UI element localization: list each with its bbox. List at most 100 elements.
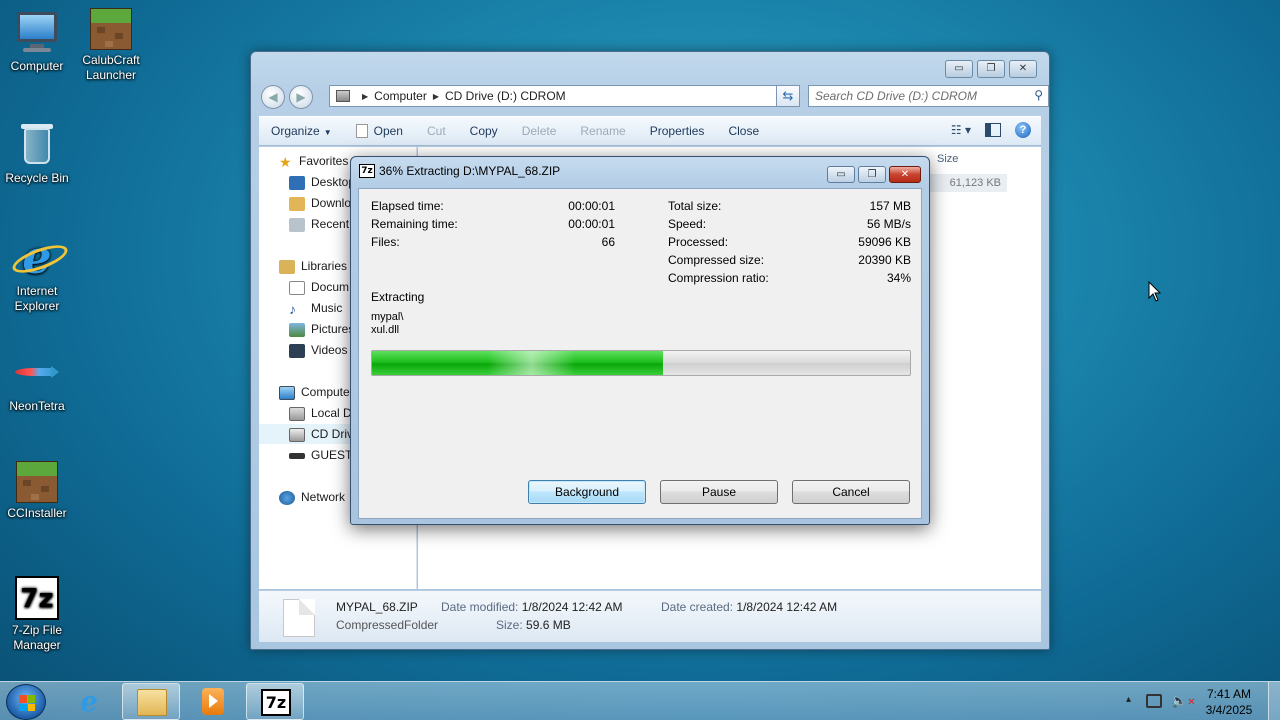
desktop-icon-label: Internet Explorer [14,284,60,313]
window-controls: ▭ ❐ ✕ [945,60,1037,78]
processed-value: 59096 KB [858,235,911,249]
taskbar-windows-explorer[interactable] [122,683,180,720]
speed-value: 56 MB/s [866,217,911,231]
taskbar-7zip[interactable]: 7z [246,683,304,720]
refresh-button[interactable]: ⇆ [776,85,800,107]
7z-icon: 7z [359,164,375,178]
start-button[interactable] [6,684,46,720]
maximize-button[interactable]: ❐ [858,166,886,183]
operation-status: Extracting [371,290,425,304]
desktop-icon-neontetra[interactable]: NeonTetra [0,348,77,414]
search-input[interactable]: Search CD Drive (D:) CDROM ⚲ [808,85,1049,107]
forward-button[interactable]: ▶ [289,85,313,109]
desktop-icon-internet-explorer[interactable]: e Internet Explorer [0,233,77,314]
close-button[interactable]: ✕ [1009,60,1037,78]
compressed-size-label: Compressed size: [668,253,765,267]
ie-icon: e [80,685,98,718]
compressed-size-value: 20390 KB [858,253,911,267]
minimize-button[interactable]: ▭ [827,166,855,183]
compression-ratio-label: Compression ratio: [668,271,769,285]
media-icon [202,688,224,715]
minimize-button[interactable]: ▭ [945,60,973,78]
system-clock[interactable]: 7:41 AM 3/4/2025 [1196,686,1262,718]
current-path-file: xul.dll [371,324,400,336]
desktop-icon-label: NeonTetra [9,399,65,413]
recycle-bin-icon [13,120,61,168]
dialog-title: 36% Extracting D:\MYPAL_68.ZIP [379,164,561,178]
preview-pane-icon[interactable] [985,123,1001,137]
copy-button[interactable]: Copy [458,124,510,138]
recent-places-icon [289,217,305,232]
column-header-size[interactable]: Size [937,153,958,165]
current-path: mypal\ xul.dll [371,311,403,337]
breadcrumb-cd-drive[interactable]: CD Drive (D:) CDROM [445,89,566,103]
network-drive-icon [289,452,305,459]
desktop-icon-label: 7-Zip File Manager [11,623,62,652]
show-desktop-button[interactable] [1268,682,1280,720]
total-size-label: Total size: [668,199,722,213]
help-icon[interactable]: ? [1015,122,1031,138]
cd-drive-icon [289,427,305,442]
desktop-icon-label: CalubCraft Launcher [82,53,140,82]
processed-label: Processed: [668,235,729,249]
pause-button[interactable]: Pause [660,480,778,504]
ie-icon: e [13,233,61,281]
speed-label: Speed: [668,217,707,231]
extract-progress-bar [371,350,911,376]
desktop-icon-7zip[interactable]: 7z 7-Zip File Manager [0,576,77,653]
command-bar: Organize ▼ Open Cut Copy Delete Rename Pr… [259,116,1041,146]
address-row: ◀ ▶ ▶ Computer ▶ CD Drive (D:) CDROM ▼ ⇆… [259,84,1049,110]
rename-button[interactable]: Rename [568,124,637,138]
desktop-icon-computer[interactable]: Computer [0,8,77,74]
details-pane: MYPAL_68.ZIP CompressedFolder Date modif… [259,590,1041,642]
file-icon [355,124,368,139]
close-button[interactable]: ✕ [889,166,921,183]
address-bar[interactable]: ▶ Computer ▶ CD Drive (D:) CDROM ▼ [329,85,793,107]
hard-drive-icon [289,406,305,421]
chevron-right-icon: ▶ [432,91,439,101]
cancel-button[interactable]: Cancel [792,480,910,504]
mouse-cursor-icon [1148,280,1162,306]
dialog-window-controls: ▭ ❐ ✕ [827,166,921,183]
total-size-value: 157 MB [869,199,911,213]
cut-button[interactable]: Cut [415,124,458,138]
files-value: 66 [601,235,615,249]
back-button[interactable]: ◀ [261,85,285,109]
remaining-time-value: 00:00:01 [568,217,615,231]
downloads-icon [289,196,305,211]
background-button[interactable]: Background [528,480,646,504]
elapsed-time-label: Elapsed time: [371,199,444,213]
star-icon: ★ [279,153,292,170]
file-row-size[interactable]: 61,123 KB [929,174,1007,192]
volume-muted-icon[interactable]: 🔈✕ [1171,693,1196,709]
action-center-icon[interactable] [1146,694,1162,708]
grass-block-icon [90,8,132,50]
search-icon[interactable]: ⚲ [1034,88,1043,102]
videos-icon [289,343,305,358]
dialog-title-bar: 7z 36% Extracting D:\MYPAL_68.ZIP [359,164,560,178]
details-date-modified: Date modified: 1/8/2024 12:42 AM [441,600,623,614]
pictures-icon [289,322,305,337]
properties-button[interactable]: Properties [638,124,717,138]
desktop-icon-ccinstaller[interactable]: CCInstaller [0,461,77,521]
taskbar-media-player[interactable] [184,683,242,720]
close-window-button[interactable]: Close [716,124,771,138]
view-options-icon[interactable]: ☷ ▾ [951,123,971,137]
details-file-type: CompressedFolder [336,618,439,632]
desktop-icon-label: Recycle Bin [5,171,69,185]
show-hidden-icons-button[interactable]: ▴ [1126,694,1131,705]
desktop-icon-calubcraft[interactable]: CalubCraft Launcher [71,8,151,83]
libraries-icon [279,259,295,274]
remaining-time-label: Remaining time: [371,217,458,231]
music-icon: ♪ [289,300,296,317]
breadcrumb-computer[interactable]: Computer [374,89,427,103]
chevron-down-icon: ▼ [323,128,332,137]
desktop-icon-recycle-bin[interactable]: Recycle Bin [0,120,77,186]
computer-icon [13,8,61,56]
organize-button[interactable]: Organize ▼ [259,124,344,138]
maximize-button[interactable]: ❐ [977,60,1005,78]
delete-button[interactable]: Delete [510,124,569,138]
taskbar-internet-explorer[interactable]: e [60,683,118,720]
open-button[interactable]: Open [344,124,415,139]
details-file-name: MYPAL_68.ZIP [336,600,418,614]
